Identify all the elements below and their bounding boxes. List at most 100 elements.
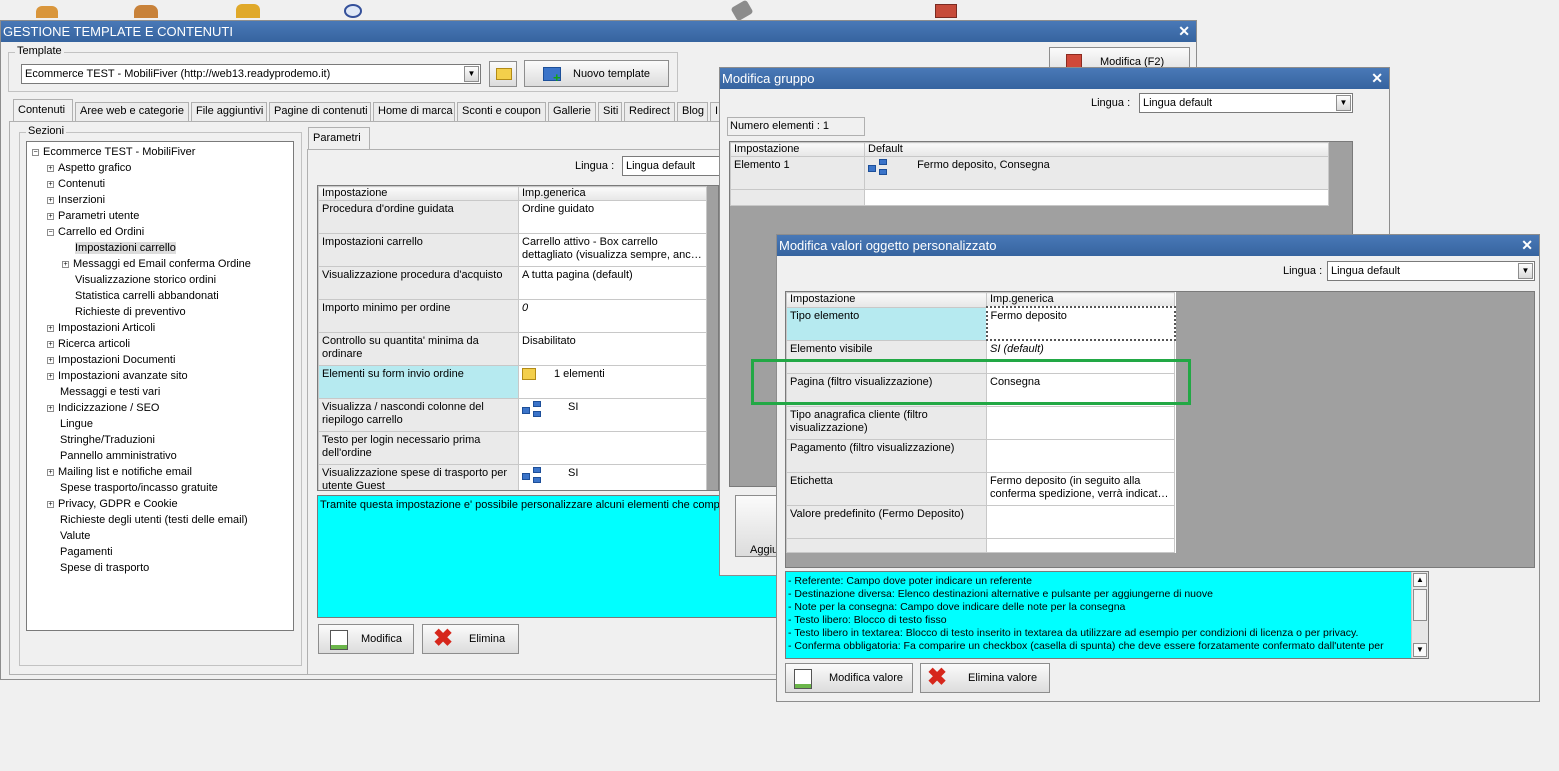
tree-item[interactable]: + Indicizzazione / SEO: [47, 400, 160, 416]
chevron-down-icon[interactable]: ▼: [1336, 95, 1351, 111]
tab-contenuti[interactable]: Contenuti: [13, 99, 73, 121]
custom-close-icon[interactable]: ✕: [1521, 235, 1533, 256]
table-row[interactable]: Importo minimo per ordine 0: [318, 299, 707, 333]
expand-icon[interactable]: +: [47, 197, 54, 204]
tree-item[interactable]: Pagamenti: [47, 544, 113, 560]
expand-icon[interactable]: +: [62, 261, 69, 268]
tree-item[interactable]: + Inserzioni: [47, 192, 105, 208]
tab-pagine-contenuti[interactable]: Pagine di contenuti: [269, 102, 371, 121]
table-row[interactable]: Controllo su quantita' minima da ordinar…: [318, 332, 707, 366]
table-row[interactable]: Procedura d'ordine guidata Ordine guidato: [318, 200, 707, 234]
tree-item[interactable]: Richieste degli utenti (testi delle emai…: [47, 512, 248, 528]
chevron-down-icon[interactable]: ▼: [464, 66, 479, 82]
tab-redirect[interactable]: Redirect: [624, 102, 675, 121]
expand-icon[interactable]: +: [47, 181, 54, 188]
table-row[interactable]: Valore predefinito (Fermo Deposito): [786, 504, 1175, 539]
expand-icon[interactable]: +: [47, 357, 54, 364]
tree-item[interactable]: + Impostazioni Documenti: [47, 352, 175, 368]
scroll-up-icon[interactable]: ▲: [1413, 573, 1427, 587]
tab-gallerie[interactable]: Gallerie: [548, 102, 596, 121]
tree-item[interactable]: Lingue: [47, 416, 93, 432]
tree-item[interactable]: Stringhe/Traduzioni: [47, 432, 155, 448]
tab-home-marca[interactable]: Home di marca: [373, 102, 455, 121]
expand-icon[interactable]: +: [47, 341, 54, 348]
clock-icon[interactable]: [344, 4, 362, 18]
group-lingua-select[interactable]: Lingua default ▼: [1139, 93, 1353, 113]
table-row[interactable]: Impostazioni carrello Carrello attivo - B…: [318, 233, 707, 267]
tab-blog[interactable]: Blog: [677, 102, 708, 121]
custom-grid[interactable]: Impostazione Imp.generica Tipo elemento F…: [785, 291, 1535, 568]
expand-icon[interactable]: +: [47, 501, 54, 508]
tree-item[interactable]: Valute: [47, 528, 90, 544]
table-row[interactable]: [730, 189, 1329, 206]
table-row[interactable]: Etichetta Fermo deposito (in seguito alla…: [786, 471, 1175, 506]
table-row[interactable]: Pagamento (filtro visualizzazione): [786, 438, 1175, 473]
tree-item[interactable]: + Parametri utente: [47, 208, 139, 224]
table-row[interactable]: Visualizzazione spese di trasporto per u…: [318, 464, 707, 490]
table-row[interactable]: Elementi su form invio ordine 1 elementi: [318, 365, 707, 399]
table-row[interactable]: [786, 537, 1175, 553]
info-scrollbar[interactable]: ▲ ▼: [1411, 572, 1428, 658]
elimina-valore-button[interactable]: ✖ Elimina valore: [920, 663, 1050, 693]
tree-item[interactable]: Impostazioni carrello: [62, 240, 176, 256]
tab-siti[interactable]: Siti: [598, 102, 622, 121]
settings-grid[interactable]: Impostazione Imp.generica Procedura d'or…: [317, 185, 719, 491]
tab-parametri[interactable]: Parametri: [308, 127, 370, 149]
custom-header-impostazione[interactable]: Impostazione: [786, 292, 987, 308]
people-icon[interactable]: [134, 5, 158, 18]
expand-icon[interactable]: +: [47, 213, 54, 220]
modifica-button[interactable]: Modifica: [318, 624, 414, 654]
custom-lingua-select[interactable]: Lingua default ▼: [1327, 261, 1535, 281]
tree-root[interactable]: − Ecommerce TEST - MobiliFiver: [32, 144, 195, 160]
tree-item[interactable]: + Privacy, GDPR e Cookie: [47, 496, 178, 512]
tree-item[interactable]: + Ricerca articoli: [47, 336, 130, 352]
users-icon[interactable]: [36, 6, 58, 18]
modifica-valore-button[interactable]: Modifica valore: [785, 663, 913, 693]
scroll-down-icon[interactable]: ▼: [1413, 643, 1427, 657]
main-close-icon[interactable]: ✕: [1178, 21, 1190, 42]
worker-icon[interactable]: [236, 4, 260, 18]
table-row[interactable]: Visualizza / nascondi colonne del riepil…: [318, 398, 707, 432]
tab-file-aggiuntivi[interactable]: File aggiuntivi: [191, 102, 267, 121]
table-row[interactable]: Elemento 1 Fermo deposito, Consegna: [730, 156, 1329, 190]
header-imp-generica[interactable]: Imp.generica: [518, 186, 707, 201]
collapse-icon[interactable]: −: [47, 229, 54, 236]
tree-item[interactable]: Pannello amministrativo: [47, 448, 177, 464]
custom-header-imp-generica[interactable]: Imp.generica: [986, 292, 1175, 308]
template-select[interactable]: Ecommerce TEST - MobiliFiver (http://web…: [21, 64, 481, 84]
tree-item[interactable]: + Messaggi ed Email conferma Ordine: [62, 256, 251, 272]
table-row[interactable]: Testo per login necessario prima dell'or…: [318, 431, 707, 465]
tree-item[interactable]: + Contenuti: [47, 176, 105, 192]
header-impostazione[interactable]: Impostazione: [318, 186, 519, 201]
tree-item[interactable]: − Carrello ed Ordini: [47, 224, 144, 240]
tree-item[interactable]: Messaggi e testi vari: [47, 384, 160, 400]
open-folder-button[interactable]: [489, 61, 517, 87]
tree-item[interactable]: + Mailing list e notifiche email: [47, 464, 192, 480]
wrench-icon[interactable]: [730, 0, 754, 22]
calendar-icon[interactable]: [935, 4, 957, 18]
elimina-button[interactable]: ✖ Elimina: [422, 624, 519, 654]
tree-item[interactable]: + Impostazioni Articoli: [47, 320, 155, 336]
group-close-icon[interactable]: ✕: [1371, 68, 1383, 89]
chevron-down-icon[interactable]: ▼: [1518, 263, 1533, 279]
tab-sconti-coupon[interactable]: Sconti e coupon: [457, 102, 546, 121]
tree-item[interactable]: + Aspetto grafico: [47, 160, 131, 176]
tree-item[interactable]: Richieste di preventivo: [62, 304, 186, 320]
tree-item[interactable]: Spese di trasporto: [47, 560, 149, 576]
expand-icon[interactable]: +: [47, 165, 54, 172]
collapse-icon[interactable]: −: [32, 149, 39, 156]
expand-icon[interactable]: +: [47, 373, 54, 380]
scroll-thumb[interactable]: [1413, 589, 1427, 621]
tree-item[interactable]: Spese trasporto/incasso gratuite: [47, 480, 218, 496]
sections-tree[interactable]: − Ecommerce TEST - MobiliFiver + Aspetto g…: [26, 141, 294, 631]
tree-item[interactable]: + Impostazioni avanzate sito: [47, 368, 188, 384]
tree-item[interactable]: Visualizzazione storico ordini: [62, 272, 216, 288]
expand-icon[interactable]: +: [47, 325, 54, 332]
group-header-default[interactable]: Default: [864, 142, 1329, 157]
group-header-impostazione[interactable]: Impostazione: [730, 142, 865, 157]
tree-item[interactable]: Statistica carrelli abbandonati: [62, 288, 219, 304]
table-row[interactable]: Tipo elemento Fermo deposito: [786, 306, 1176, 341]
table-row[interactable]: Tipo anagrafica cliente (filtro visualiz…: [786, 405, 1175, 440]
table-row[interactable]: Visualizzazione procedura d'acquisto A tu…: [318, 266, 707, 300]
expand-icon[interactable]: +: [47, 405, 54, 412]
